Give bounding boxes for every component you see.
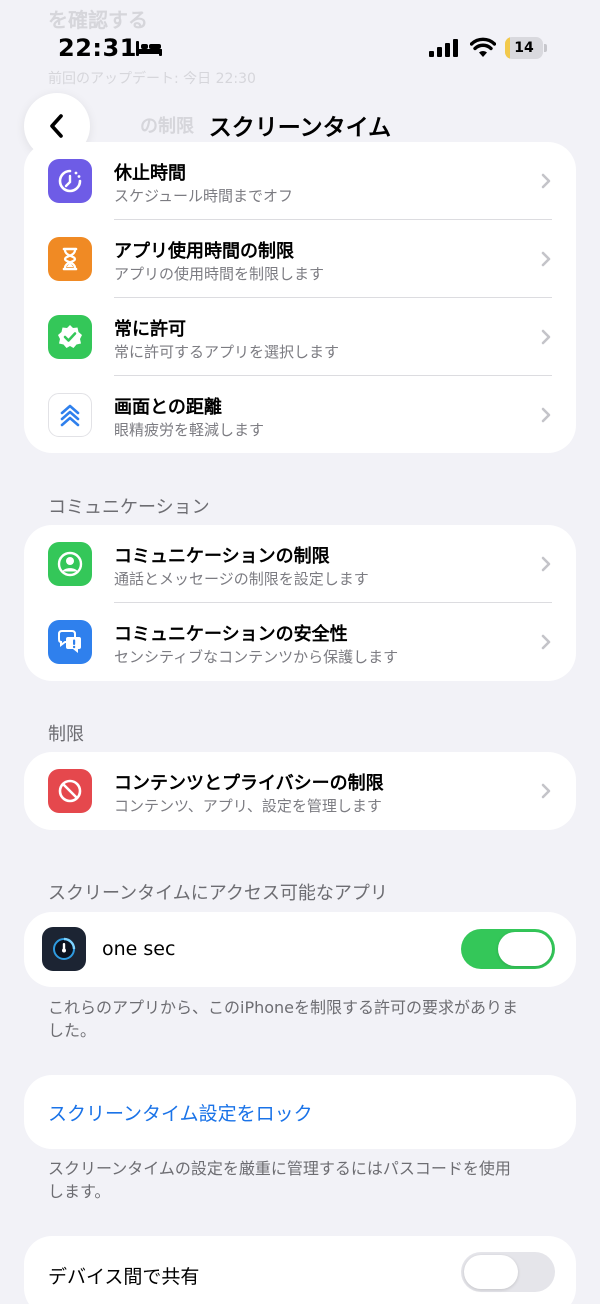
- app-name: one sec: [102, 938, 176, 960]
- lock-card: スクリーンタイム設定をロック: [24, 1075, 576, 1149]
- restrictions-card: コンテンツとプライバシーの制限 コンテンツ、アプリ、設定を管理します: [24, 752, 576, 830]
- access-card: one sec: [24, 912, 576, 987]
- one-sec-icon: [42, 927, 86, 971]
- chevron-right-icon: [541, 634, 551, 650]
- row-subtitle: スケジュール時間までオフ: [114, 187, 293, 205]
- one-sec-toggle[interactable]: [461, 929, 555, 969]
- row-subtitle: 眼精疲労を軽減します: [114, 421, 265, 439]
- row-communication-limits[interactable]: コミュニケーションの制限 通話とメッセージの制限を設定します: [24, 525, 576, 603]
- row-subtitle: アプリの使用時間を制限します: [114, 265, 325, 283]
- battery-percent: 14: [514, 40, 534, 56]
- row-subtitle: コンテンツ、アプリ、設定を管理します: [114, 797, 382, 815]
- toggle-knob: [498, 932, 552, 966]
- section-header-access: スクリーンタイムにアクセス可能なアプリ: [48, 883, 388, 904]
- row-subtitle: センシティブなコンテンツから保護します: [114, 648, 399, 666]
- row-downtime[interactable]: 休止時間 スケジュール時間までオフ: [24, 142, 576, 220]
- toggle-knob: [464, 1255, 518, 1289]
- row-subtitle: 常に許可するアプリを選択します: [114, 343, 340, 361]
- chevron-right-icon: [541, 556, 551, 572]
- section-header-restrictions: 制限: [48, 724, 84, 745]
- row-screen-distance[interactable]: 画面との距離 眼精疲労を軽減します: [24, 376, 576, 453]
- share-card: デバイス間で共有: [24, 1236, 576, 1304]
- row-one-sec: one sec: [24, 912, 576, 987]
- downtime-icon: [48, 159, 92, 203]
- cellular-signal-icon: [429, 39, 458, 57]
- battery-icon: 14: [505, 37, 547, 59]
- chevrons-up-icon: [48, 393, 92, 437]
- status-time: 22:31: [58, 34, 137, 62]
- share-label: デバイス間で共有: [48, 1266, 200, 1288]
- limits-card: 休止時間 スケジュール時間までオフ アプリ使用時間の制限 アプリの使用時間を制限…: [24, 142, 576, 453]
- access-footer: これらのアプリから、このiPhoneを制限する許可の要求がありました。: [48, 998, 519, 1040]
- chevron-right-icon: [541, 251, 551, 267]
- row-title: 常に許可: [114, 319, 186, 340]
- row-title: アプリ使用時間の制限: [114, 241, 294, 262]
- chevron-right-icon: [541, 173, 551, 189]
- person-circle-icon: [48, 542, 92, 586]
- row-always-allowed[interactable]: 常に許可 常に許可するアプリを選択します: [24, 298, 576, 376]
- bed-icon: [136, 41, 162, 56]
- page-title: スクリーンタイム: [208, 115, 392, 141]
- chevron-right-icon: [541, 329, 551, 345]
- wifi-icon: [470, 37, 496, 57]
- row-title: 画面との距離: [114, 397, 222, 418]
- prohibited-icon: [48, 769, 92, 813]
- row-title: コンテンツとプライバシーの制限: [114, 773, 384, 794]
- hourglass-icon: [48, 237, 92, 281]
- communication-card: コミュニケーションの制限 通話とメッセージの制限を設定します コミュニケーション…: [24, 525, 576, 681]
- share-toggle[interactable]: [461, 1252, 555, 1292]
- row-communication-safety[interactable]: コミュニケーションの安全性 センシティブなコンテンツから保護します: [24, 603, 576, 681]
- status-bar: 22:31 14: [0, 0, 600, 96]
- chevron-right-icon: [541, 407, 551, 423]
- row-title: コミュニケーションの安全性: [114, 624, 348, 645]
- checkmark-badge-icon: [48, 315, 92, 359]
- chat-bubbles-icon: [48, 620, 92, 664]
- row-content-privacy[interactable]: コンテンツとプライバシーの制限 コンテンツ、アプリ、設定を管理します: [24, 752, 576, 830]
- lock-settings-link[interactable]: スクリーンタイム設定をロック: [48, 1099, 313, 1126]
- row-title: コミュニケーションの制限: [114, 546, 330, 567]
- row-title: 休止時間: [114, 163, 186, 184]
- section-header-communication: コミュニケーション: [48, 497, 210, 518]
- row-subtitle: 通話とメッセージの制限を設定します: [114, 570, 369, 588]
- row-app-limits[interactable]: アプリ使用時間の制限 アプリの使用時間を制限します: [24, 220, 576, 298]
- lock-footer: スクリーンタイムの設定を厳重に管理するにはパスコードを使用します。: [48, 1159, 511, 1201]
- chevron-right-icon: [541, 783, 551, 799]
